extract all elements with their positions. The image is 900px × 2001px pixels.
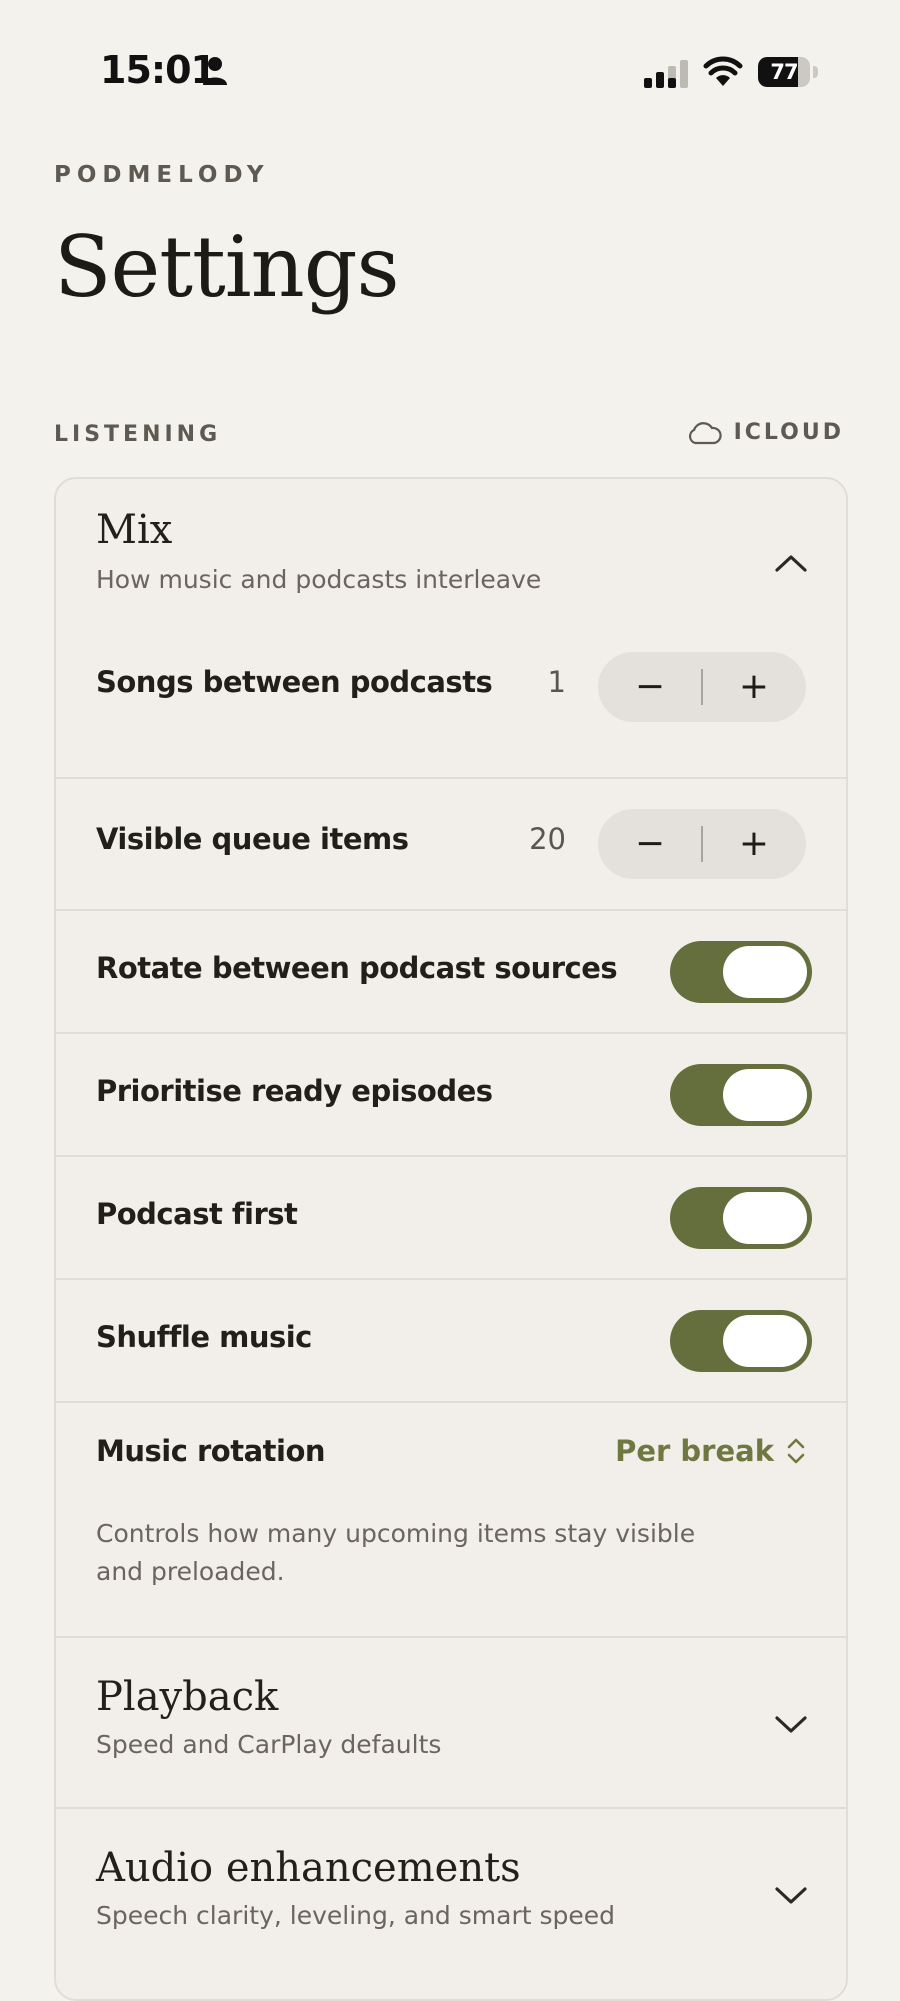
row-podcast-first: Podcast first bbox=[56, 1155, 846, 1249]
page-title: Settings bbox=[54, 218, 400, 316]
shuffle-music-label: Shuffle music bbox=[96, 1320, 312, 1354]
audio-enhancements-section-header[interactable]: Audio enhancements Speech clarity, level… bbox=[56, 1807, 846, 1979]
rotate-sources-label: Rotate between podcast sources bbox=[96, 951, 618, 985]
prioritise-ready-label: Prioritise ready episodes bbox=[96, 1074, 493, 1108]
section-label-listening: LISTENING bbox=[54, 422, 222, 447]
visible-queue-label: Visible queue items bbox=[96, 822, 409, 856]
songs-between-stepper: − + bbox=[598, 652, 806, 722]
rotate-sources-toggle[interactable] bbox=[670, 941, 812, 1003]
playback-section-header[interactable]: Playback Speed and CarPlay defaults bbox=[56, 1636, 846, 1808]
row-rotate-podcast-sources: Rotate between podcast sources bbox=[56, 909, 846, 1003]
row-visible-queue-items: Visible queue items 20 − + bbox=[56, 777, 846, 879]
music-rotation-select[interactable]: Per break bbox=[615, 1434, 806, 1468]
status-bar: 15:01 77 bbox=[0, 0, 900, 150]
mix-footnote: Controls how many upcoming items stay vi… bbox=[96, 1519, 696, 1586]
person-icon bbox=[203, 57, 227, 85]
shuffle-music-toggle[interactable] bbox=[670, 1310, 812, 1372]
mix-section-header[interactable]: Mix How music and podcasts interleave bbox=[96, 507, 816, 594]
mix-subtitle: How music and podcasts interleave bbox=[96, 565, 542, 594]
chevron-down-icon[interactable] bbox=[774, 1885, 808, 1905]
music-rotation-value: Per break bbox=[615, 1434, 774, 1468]
songs-between-increment-button[interactable]: + bbox=[702, 652, 806, 722]
visible-queue-increment-button[interactable]: + bbox=[702, 809, 806, 879]
playback-subtitle: Speed and CarPlay defaults bbox=[96, 1730, 442, 1759]
cellular-signal-icon bbox=[644, 60, 688, 88]
row-prioritise-ready-episodes: Prioritise ready episodes bbox=[56, 1032, 846, 1126]
wifi-icon bbox=[703, 56, 743, 86]
battery-icon: 77 bbox=[758, 57, 820, 87]
row-music-rotation: Music rotation Per break Controls how ma… bbox=[56, 1401, 846, 1586]
icloud-sync-indicator: ICLOUD bbox=[686, 420, 844, 445]
songs-between-decrement-button[interactable]: − bbox=[598, 652, 702, 722]
songs-between-label: Songs between podcasts bbox=[96, 665, 493, 699]
songs-between-value: 1 bbox=[547, 665, 566, 699]
visible-queue-value: 20 bbox=[529, 822, 566, 856]
icloud-label: ICLOUD bbox=[733, 420, 844, 445]
audio-title: Audio enhancements bbox=[96, 1845, 521, 1891]
row-shuffle-music: Shuffle music bbox=[56, 1278, 846, 1372]
visible-queue-stepper: − + bbox=[598, 809, 806, 879]
visible-queue-decrement-button[interactable]: − bbox=[598, 809, 702, 879]
battery-percent: 77 bbox=[770, 60, 798, 84]
chevron-up-down-icon bbox=[787, 1438, 805, 1464]
chevron-down-icon[interactable] bbox=[774, 1714, 808, 1734]
audio-subtitle: Speech clarity, leveling, and smart spee… bbox=[96, 1901, 615, 1930]
podcast-first-toggle[interactable] bbox=[670, 1187, 812, 1249]
playback-title: Playback bbox=[96, 1674, 279, 1720]
app-brand: PODMELODY bbox=[54, 162, 270, 188]
prioritise-ready-toggle[interactable] bbox=[670, 1064, 812, 1126]
podcast-first-label: Podcast first bbox=[96, 1197, 298, 1231]
mix-title: Mix bbox=[96, 507, 173, 553]
chevron-up-icon[interactable] bbox=[774, 553, 808, 573]
music-rotation-label: Music rotation bbox=[96, 1434, 326, 1468]
status-time: 15:01 bbox=[100, 48, 217, 92]
listening-settings-card: Mix How music and podcasts interleave So… bbox=[54, 477, 848, 2001]
cloud-icon bbox=[688, 421, 722, 444]
